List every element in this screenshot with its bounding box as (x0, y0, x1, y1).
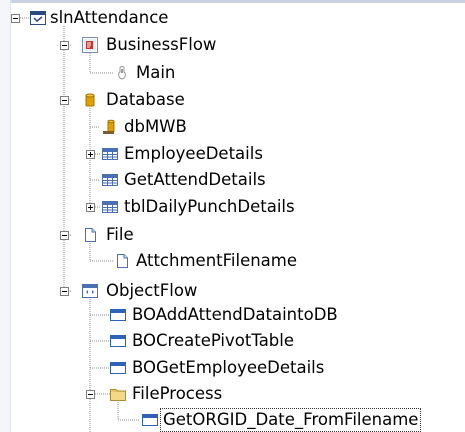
table-icon (102, 199, 118, 215)
expand-toggle-employeedetails[interactable] (86, 150, 95, 159)
node-label: AttchmentFilename (136, 251, 298, 270)
node-label: Main (136, 63, 176, 82)
object-flow-icon (82, 283, 98, 299)
node-label: BOAddAttendDataintoDB (132, 305, 338, 324)
database-icon (82, 92, 98, 108)
tree-node-fileprocess[interactable]: FileProcess (130, 381, 224, 407)
collapse-toggle-slnattendance[interactable] (11, 14, 20, 23)
node-label: BusinessFlow (106, 35, 217, 54)
node-label: Database (106, 90, 185, 109)
node-label: slnAttendance (50, 8, 169, 27)
tree-node-boaddattenddataintodb[interactable]: BOAddAttendDataintoDB (130, 302, 340, 328)
business-object-icon (110, 307, 126, 323)
tree-node-slnattendance[interactable]: slnAttendance (48, 5, 170, 31)
tree-node-objectflow[interactable]: ObjectFlow (104, 278, 199, 304)
tree-node-dbmwb[interactable]: dbMWB (122, 114, 189, 140)
node-label: tblDailyPunchDetails (124, 197, 295, 216)
node-label: GetORGID_Date_FromFilename (160, 408, 422, 432)
tree-node-getorgid-date-fromfilename[interactable]: GetORGID_Date_FromFilename (160, 407, 422, 432)
db-connection-icon (102, 119, 118, 135)
node-label: EmployeeDetails (124, 144, 263, 163)
tree-node-bogetemployeedetails[interactable]: BOGetEmployeeDetails (130, 355, 326, 381)
file-icon (82, 227, 98, 243)
tree-node-businessflow[interactable]: BusinessFlow (104, 32, 218, 58)
collapse-toggle-file[interactable] (60, 231, 69, 240)
node-label: BOGetEmployeeDetails (132, 358, 325, 377)
table-icon (102, 146, 118, 162)
node-label: GetAttendDetails (124, 170, 266, 189)
node-label: ObjectFlow (106, 281, 198, 300)
tree-node-tbldailypunchdetails[interactable]: tblDailyPunchDetails (122, 194, 297, 220)
node-label: FileProcess (132, 384, 223, 403)
expand-toggle-tbldailypunchdetails[interactable] (86, 203, 95, 212)
flow-start-icon (114, 65, 130, 81)
tree-node-bocreatepivottable[interactable]: BOCreatePivotTable (130, 328, 296, 354)
collapse-toggle-database[interactable] (60, 96, 69, 105)
tree-node-file[interactable]: File (104, 222, 136, 248)
file-icon (114, 253, 130, 269)
node-label: File (106, 225, 134, 244)
node-label: dbMWB (124, 117, 187, 136)
business-flow-icon (82, 37, 98, 53)
business-object-icon (110, 333, 126, 349)
tree-node-attchmentfilename[interactable]: AttchmentFilename (134, 248, 299, 274)
collapse-toggle-objectflow[interactable] (60, 287, 69, 296)
tree-node-employeedetails[interactable]: EmployeeDetails (122, 141, 265, 167)
folder-icon (110, 386, 126, 402)
solution-icon (30, 10, 46, 26)
tree-node-database[interactable]: Database (104, 87, 187, 113)
collapse-toggle-fileprocess[interactable] (86, 390, 95, 399)
tree-node-main[interactable]: Main (134, 60, 177, 86)
business-object-icon (110, 360, 126, 376)
business-object-icon (142, 412, 158, 428)
collapse-toggle-businessflow[interactable] (60, 41, 69, 50)
tree-node-getattenddetails[interactable]: GetAttendDetails (122, 167, 268, 193)
node-label: BOCreatePivotTable (132, 331, 295, 350)
solution-explorer-panel: slnAttendance BusinessFlow Main Database… (0, 0, 465, 432)
table-icon (102, 172, 118, 188)
